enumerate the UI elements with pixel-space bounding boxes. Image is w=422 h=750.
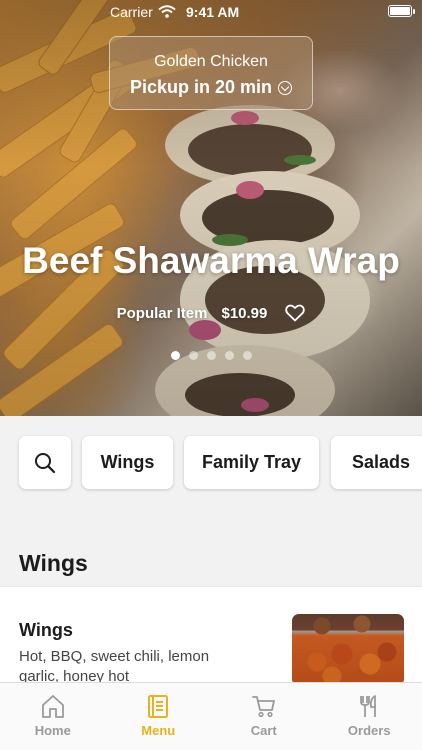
tab-menu-label: Menu [141,723,176,738]
search-icon [35,452,56,473]
menu-item-image [292,614,404,686]
featured-price: $10.99 [221,304,268,322]
category-chip-wings[interactable]: Wings [82,436,173,489]
category-chip-salads[interactable]: Salads [331,436,422,489]
menu-item-description: Hot, BBQ, sweet chili, lemon garlic, hon… [19,648,210,685]
hero-banner[interactable]: Carrier 9:41 AM Golden Chicken Pickup in… [0,0,422,416]
home-icon [41,695,64,718]
fork-knife-icon [360,695,377,717]
restaurant-name: Golden Chicken [154,53,268,70]
tab-cart-label: Cart [250,723,277,738]
carousel-dot[interactable] [242,351,252,360]
carousel-dot[interactable] [224,351,234,360]
tab-home-label: Home [34,723,71,738]
tab-menu[interactable]: Menu [106,683,212,750]
battery-icon [388,5,415,17]
chevron-down-icon [278,80,293,95]
menu-item-name: Wings [19,620,73,640]
tab-bar: Home Menu Cart Orders [0,682,422,750]
popular-tag: Popular Item [116,304,208,322]
pickup-time-label: Pickup in 20 min [129,77,273,97]
tab-orders[interactable]: Orders [317,683,422,750]
featured-item-meta: Popular Item $10.99 [0,304,422,322]
section-title: Wings [19,550,88,576]
carousel-page-indicator[interactable] [0,351,422,360]
carousel-dot[interactable] [188,351,198,360]
status-bar: Carrier 9:41 AM [0,0,422,24]
tab-home[interactable]: Home [0,683,106,750]
carousel-dot[interactable] [206,351,216,360]
category-chip-family-tray[interactable]: Family Tray [184,436,319,489]
cart-icon [251,696,275,718]
category-strip: Wings Family Tray Salads [0,416,422,508]
tab-orders-label: Orders [347,723,391,738]
carrier-label: Carrier [110,4,153,20]
tab-cart[interactable]: Cart [211,683,317,750]
menu-item-row[interactable]: Wings Hot, BBQ, sweet chili, lemon garli… [0,586,422,686]
pickup-time: Pickup in 20 min [110,77,312,98]
clock: 9:41 AM [186,4,240,20]
location-selector[interactable]: Golden Chicken Pickup in 20 min [109,36,313,110]
menu-book-icon [148,695,169,718]
search-button[interactable] [19,436,71,489]
featured-item-title: Beef Shawarma Wrap [22,240,400,281]
wifi-icon [158,5,176,18]
heart-icon[interactable] [285,304,306,322]
carousel-dot[interactable] [170,351,180,360]
